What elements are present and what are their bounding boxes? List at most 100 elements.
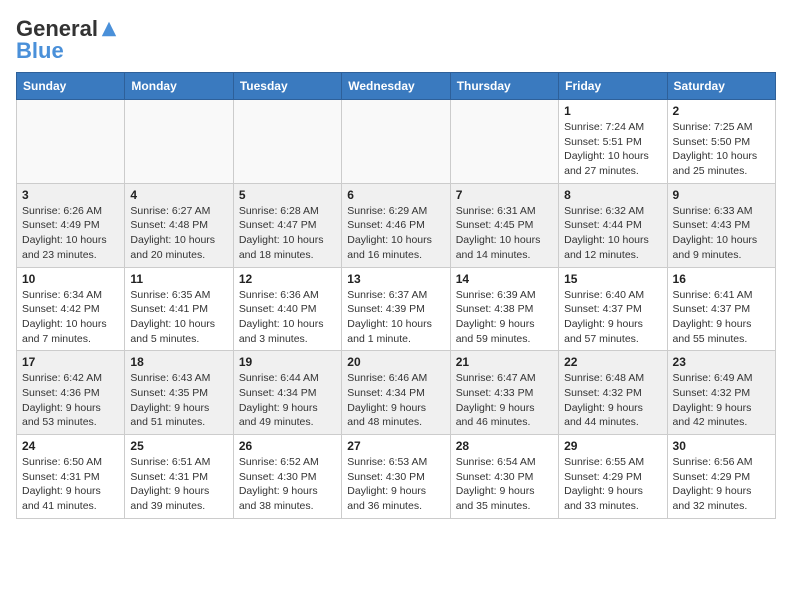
calendar-week-row: 24 Sunrise: 6:50 AMSunset: 4:31 PMDayligh…	[17, 435, 776, 519]
day-number: 6	[347, 188, 444, 202]
calendar-day-cell: 3 Sunrise: 6:26 AMSunset: 4:49 PMDaylight…	[17, 183, 125, 267]
calendar-body: 1Sunrise: 7:24 AMSunset: 5:51 PMDaylight…	[17, 100, 776, 519]
calendar-table: SundayMondayTuesdayWednesdayThursdayFrid…	[16, 72, 776, 519]
day-number: 19	[239, 355, 336, 369]
day-number: 10	[22, 272, 119, 286]
calendar-day-cell	[125, 100, 233, 184]
day-number: 23	[673, 355, 770, 369]
day-info: Sunrise: 6:43 AMSunset: 4:35 PMDaylight:…	[130, 371, 227, 430]
day-number: 30	[673, 439, 770, 453]
day-info: Sunrise: 6:36 AMSunset: 4:40 PMDaylight:…	[239, 288, 336, 347]
day-number: 17	[22, 355, 119, 369]
day-info: Sunrise: 6:54 AMSunset: 4:30 PMDaylight:…	[456, 455, 553, 514]
day-info: Sunrise: 6:50 AMSunset: 4:31 PMDaylight:…	[22, 455, 119, 514]
calendar-day-cell: 19 Sunrise: 6:44 AMSunset: 4:34 PMDayligh…	[233, 351, 341, 435]
day-info: Sunrise: 6:49 AMSunset: 4:32 PMDaylight:…	[673, 371, 770, 430]
day-number: 4	[130, 188, 227, 202]
day-number: 27	[347, 439, 444, 453]
weekday-header-cell: Thursday	[450, 73, 558, 100]
logo: General Blue	[16, 16, 118, 64]
day-number: 7	[456, 188, 553, 202]
calendar-day-cell: 23 Sunrise: 6:49 AMSunset: 4:32 PMDayligh…	[667, 351, 775, 435]
day-number: 11	[130, 272, 227, 286]
calendar-day-cell: 14Sunrise: 6:39 AMSunset: 4:38 PMDayligh…	[450, 267, 558, 351]
weekday-header-row: SundayMondayTuesdayWednesdayThursdayFrid…	[17, 73, 776, 100]
day-info: Sunrise: 6:40 AMSunset: 4:37 PMDaylight:…	[564, 288, 661, 347]
calendar-day-cell: 8 Sunrise: 6:32 AMSunset: 4:44 PMDaylight…	[559, 183, 667, 267]
calendar-day-cell: 15 Sunrise: 6:40 AMSunset: 4:37 PMDayligh…	[559, 267, 667, 351]
day-info: Sunrise: 6:26 AMSunset: 4:49 PMDaylight:…	[22, 204, 119, 263]
calendar-day-cell: 1Sunrise: 7:24 AMSunset: 5:51 PMDaylight…	[559, 100, 667, 184]
calendar-day-cell: 12 Sunrise: 6:36 AMSunset: 4:40 PMDayligh…	[233, 267, 341, 351]
calendar-day-cell: 20Sunrise: 6:46 AMSunset: 4:34 PMDayligh…	[342, 351, 450, 435]
day-info: Sunrise: 6:53 AMSunset: 4:30 PMDaylight:…	[347, 455, 444, 514]
logo-blue-text: Blue	[16, 38, 64, 64]
day-info: Sunrise: 7:24 AMSunset: 5:51 PMDaylight:…	[564, 120, 661, 179]
calendar-day-cell: 13 Sunrise: 6:37 AMSunset: 4:39 PMDayligh…	[342, 267, 450, 351]
calendar-week-row: 1Sunrise: 7:24 AMSunset: 5:51 PMDaylight…	[17, 100, 776, 184]
calendar-day-cell: 21 Sunrise: 6:47 AMSunset: 4:33 PMDayligh…	[450, 351, 558, 435]
day-info: Sunrise: 6:41 AMSunset: 4:37 PMDaylight:…	[673, 288, 770, 347]
calendar-day-cell: 7Sunrise: 6:31 AMSunset: 4:45 PMDaylight…	[450, 183, 558, 267]
page-header: General Blue	[16, 16, 776, 64]
weekday-header-cell: Wednesday	[342, 73, 450, 100]
calendar-day-cell	[233, 100, 341, 184]
day-number: 15	[564, 272, 661, 286]
day-number: 9	[673, 188, 770, 202]
logo-icon	[100, 20, 118, 38]
day-number: 24	[22, 439, 119, 453]
day-info: Sunrise: 6:56 AMSunset: 4:29 PMDaylight:…	[673, 455, 770, 514]
day-info: Sunrise: 6:34 AMSunset: 4:42 PMDaylight:…	[22, 288, 119, 347]
calendar-day-cell: 18 Sunrise: 6:43 AMSunset: 4:35 PMDayligh…	[125, 351, 233, 435]
weekday-header-cell: Monday	[125, 73, 233, 100]
day-info: Sunrise: 6:29 AMSunset: 4:46 PMDaylight:…	[347, 204, 444, 263]
day-info: Sunrise: 6:55 AMSunset: 4:29 PMDaylight:…	[564, 455, 661, 514]
calendar-day-cell: 17 Sunrise: 6:42 AMSunset: 4:36 PMDayligh…	[17, 351, 125, 435]
calendar-week-row: 10 Sunrise: 6:34 AMSunset: 4:42 PMDayligh…	[17, 267, 776, 351]
day-number: 21	[456, 355, 553, 369]
calendar-day-cell: 2 Sunrise: 7:25 AMSunset: 5:50 PMDaylight…	[667, 100, 775, 184]
day-number: 2	[673, 104, 770, 118]
day-info: Sunrise: 6:46 AMSunset: 4:34 PMDaylight:…	[347, 371, 444, 430]
day-number: 12	[239, 272, 336, 286]
calendar-day-cell: 26 Sunrise: 6:52 AMSunset: 4:30 PMDayligh…	[233, 435, 341, 519]
day-info: Sunrise: 6:52 AMSunset: 4:30 PMDaylight:…	[239, 455, 336, 514]
day-info: Sunrise: 6:28 AMSunset: 4:47 PMDaylight:…	[239, 204, 336, 263]
calendar-day-cell: 27 Sunrise: 6:53 AMSunset: 4:30 PMDayligh…	[342, 435, 450, 519]
day-number: 8	[564, 188, 661, 202]
day-number: 16	[673, 272, 770, 286]
calendar-day-cell: 16 Sunrise: 6:41 AMSunset: 4:37 PMDayligh…	[667, 267, 775, 351]
calendar-day-cell	[17, 100, 125, 184]
day-info: Sunrise: 6:44 AMSunset: 4:34 PMDaylight:…	[239, 371, 336, 430]
calendar-day-cell: 25Sunrise: 6:51 AMSunset: 4:31 PMDayligh…	[125, 435, 233, 519]
calendar-day-cell: 28 Sunrise: 6:54 AMSunset: 4:30 PMDayligh…	[450, 435, 558, 519]
day-info: Sunrise: 6:27 AMSunset: 4:48 PMDaylight:…	[130, 204, 227, 263]
day-number: 18	[130, 355, 227, 369]
calendar-day-cell: 6 Sunrise: 6:29 AMSunset: 4:46 PMDaylight…	[342, 183, 450, 267]
day-info: Sunrise: 6:37 AMSunset: 4:39 PMDaylight:…	[347, 288, 444, 347]
calendar-day-cell: 4 Sunrise: 6:27 AMSunset: 4:48 PMDaylight…	[125, 183, 233, 267]
calendar-day-cell: 11 Sunrise: 6:35 AMSunset: 4:41 PMDayligh…	[125, 267, 233, 351]
day-number: 22	[564, 355, 661, 369]
day-info: Sunrise: 6:35 AMSunset: 4:41 PMDaylight:…	[130, 288, 227, 347]
day-info: Sunrise: 6:42 AMSunset: 4:36 PMDaylight:…	[22, 371, 119, 430]
calendar-day-cell: 22Sunrise: 6:48 AMSunset: 4:32 PMDayligh…	[559, 351, 667, 435]
calendar-day-cell: 9 Sunrise: 6:33 AMSunset: 4:43 PMDaylight…	[667, 183, 775, 267]
calendar-day-cell	[450, 100, 558, 184]
day-number: 3	[22, 188, 119, 202]
calendar-day-cell: 10 Sunrise: 6:34 AMSunset: 4:42 PMDayligh…	[17, 267, 125, 351]
day-number: 5	[239, 188, 336, 202]
day-info: Sunrise: 7:25 AMSunset: 5:50 PMDaylight:…	[673, 120, 770, 179]
weekday-header-cell: Friday	[559, 73, 667, 100]
weekday-header-cell: Sunday	[17, 73, 125, 100]
day-number: 28	[456, 439, 553, 453]
calendar-day-cell: 24 Sunrise: 6:50 AMSunset: 4:31 PMDayligh…	[17, 435, 125, 519]
day-number: 13	[347, 272, 444, 286]
calendar-day-cell: 5 Sunrise: 6:28 AMSunset: 4:47 PMDaylight…	[233, 183, 341, 267]
day-info: Sunrise: 6:32 AMSunset: 4:44 PMDaylight:…	[564, 204, 661, 263]
day-info: Sunrise: 6:33 AMSunset: 4:43 PMDaylight:…	[673, 204, 770, 263]
day-number: 14	[456, 272, 553, 286]
calendar-week-row: 3 Sunrise: 6:26 AMSunset: 4:49 PMDaylight…	[17, 183, 776, 267]
day-info: Sunrise: 6:47 AMSunset: 4:33 PMDaylight:…	[456, 371, 553, 430]
day-number: 26	[239, 439, 336, 453]
